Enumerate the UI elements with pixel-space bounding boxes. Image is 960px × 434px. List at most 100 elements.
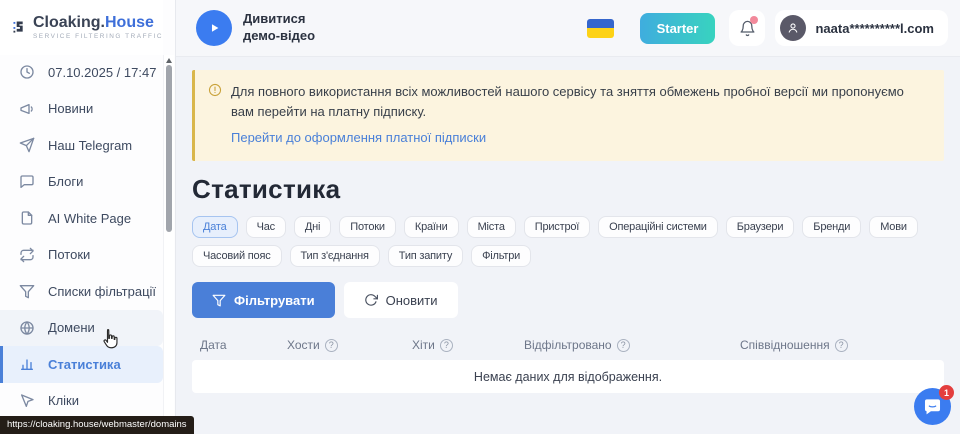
sidebar-item-date[interactable]: 07.10.2025 / 17:47	[0, 54, 163, 91]
table-empty-row: Немає даних для відображення.	[192, 360, 944, 393]
table-header: Дата Хости? Хіти? Відфільтровано? Співві…	[192, 330, 944, 360]
sidebar-item-statistics[interactable]: Статистика	[0, 346, 163, 383]
sidebar-item-label: Наш Telegram	[48, 138, 132, 153]
sidebar-item-domains[interactable]: Домени	[0, 310, 163, 347]
sidebar-item-label: Блоги	[48, 174, 83, 189]
scroll-up-arrow-icon[interactable]	[166, 58, 172, 63]
sidebar-item-blogs[interactable]: Блоги	[0, 164, 163, 201]
tab-browsers[interactable]: Браузери	[726, 216, 795, 238]
sidebar-item-clicks[interactable]: Кліки	[0, 383, 163, 420]
sidebar-item-label: Домени	[48, 320, 95, 335]
tab-brands[interactable]: Бренди	[802, 216, 861, 238]
warning-icon	[208, 83, 222, 147]
status-url-tooltip: https://cloaking.house/webmaster/domains	[0, 416, 194, 434]
demo-video-label: Дивитися демо-відео	[243, 11, 315, 45]
help-icon[interactable]: ?	[325, 339, 338, 352]
brand-tagline: SERVICE FILTERING TRAFFIC	[33, 33, 163, 40]
refresh-button[interactable]: Оновити	[344, 282, 458, 318]
bar-chart-icon	[19, 356, 35, 372]
scrollbar-thumb[interactable]	[166, 65, 172, 232]
page-title: Статистика	[192, 174, 944, 205]
paper-plane-icon	[19, 137, 35, 153]
refresh-button-label: Оновити	[386, 293, 438, 308]
column-header-hits: Хіти?	[412, 338, 524, 352]
globe-icon	[19, 320, 35, 336]
tab-streams[interactable]: Потоки	[339, 216, 396, 238]
column-header-hosts: Хости?	[287, 338, 412, 352]
logo-icon	[13, 13, 25, 42]
sidebar-item-filter-lists[interactable]: Списки фільтрації	[0, 273, 163, 310]
logo[interactable]: Cloaking.House SERVICE FILTERING TRAFFIC	[0, 0, 163, 55]
notifications-button[interactable]	[729, 10, 765, 46]
tab-languages[interactable]: Мови	[869, 216, 918, 238]
sidebar-scrollbar[interactable]	[163, 55, 174, 434]
sidebar-item-label: Кліки	[48, 393, 79, 408]
sidebar-item-label: Списки фільтрації	[48, 284, 156, 299]
tab-devices[interactable]: Пристрої	[524, 216, 590, 238]
tab-connection-type[interactable]: Тип з'єднання	[290, 245, 380, 267]
ukraine-flag-icon[interactable]	[587, 19, 614, 38]
sidebar-item-label: Новини	[48, 101, 93, 116]
help-icon[interactable]: ?	[440, 339, 453, 352]
funnel-icon	[212, 293, 226, 307]
filter-button-label: Фільтрувати	[234, 293, 315, 308]
sidebar-item-label: Статистика	[48, 357, 121, 372]
logo-text: Cloaking.House SERVICE FILTERING TRAFFIC	[33, 15, 163, 40]
user-email: naata**********l.com	[815, 21, 934, 36]
clock-icon	[19, 64, 35, 80]
trial-warning-banner: Для повного використання всіх можливосте…	[192, 70, 944, 161]
filter-button[interactable]: Фільтрувати	[192, 282, 335, 318]
topbar: Дивитися демо-відео Starter naata*******…	[176, 0, 960, 57]
chat-unread-badge: 1	[939, 385, 954, 400]
sidebar-item-ai-white-page[interactable]: AI White Page	[0, 200, 163, 237]
user-menu[interactable]: naata**********l.com	[775, 10, 948, 46]
notification-dot	[750, 16, 758, 24]
megaphone-icon	[19, 101, 35, 117]
refresh-icon	[364, 293, 378, 307]
tab-request-type[interactable]: Тип запиту	[388, 245, 463, 267]
play-icon[interactable]	[196, 10, 232, 46]
subscribe-link[interactable]: Перейти до оформлення платної підписки	[231, 130, 486, 145]
cursor-icon	[19, 393, 35, 409]
topbar-right: Starter naata**********l.com	[587, 10, 948, 46]
help-icon[interactable]: ?	[835, 339, 848, 352]
column-header-ratio: Співвідношення?	[740, 338, 848, 352]
chat-bubble-icon	[19, 174, 35, 190]
funnel-icon	[19, 283, 35, 299]
banner-body: Для повного використання всіх можливосте…	[231, 82, 928, 147]
sidebar-item-label: AI White Page	[48, 211, 131, 226]
tab-filters[interactable]: Фільтри	[471, 245, 531, 267]
brand-dark: Cloaking.	[33, 14, 105, 31]
sidebar-item-label: Потоки	[48, 247, 90, 262]
column-header-filtered: Відфільтровано?	[524, 338, 740, 352]
empty-message: Немає даних для відображення.	[474, 370, 662, 384]
tab-cities[interactable]: Міста	[467, 216, 516, 238]
banner-text: Для повного використання всіх можливосте…	[231, 82, 928, 121]
main-content: Для повного використання всіх можливосте…	[176, 57, 960, 434]
chat-widget-icon	[923, 397, 942, 416]
tab-operating-systems[interactable]: Операційні системи	[598, 216, 718, 238]
tab-days[interactable]: Дні	[294, 216, 331, 238]
help-icon[interactable]: ?	[617, 339, 630, 352]
tab-time[interactable]: Час	[246, 216, 286, 238]
avatar	[780, 15, 806, 41]
sidebar-item-telegram[interactable]: Наш Telegram	[0, 127, 163, 164]
brand-accent: House	[105, 14, 154, 31]
demo-video-button[interactable]: Дивитися демо-відео	[196, 10, 315, 46]
tab-timezone[interactable]: Часовий пояс	[192, 245, 282, 267]
sidebar-item-label: 07.10.2025 / 17:47	[48, 65, 156, 80]
chat-widget-button[interactable]: 1	[914, 388, 951, 425]
app-window: Cloaking.House SERVICE FILTERING TRAFFIC…	[0, 0, 960, 434]
repeat-icon	[19, 247, 35, 263]
sidebar-nav: 07.10.2025 / 17:47 Новини Наш Telegram Б…	[0, 54, 163, 419]
tab-date[interactable]: Дата	[192, 216, 238, 238]
document-icon	[19, 210, 35, 226]
plan-badge-starter[interactable]: Starter	[640, 13, 716, 44]
sidebar-item-news[interactable]: Новини	[0, 91, 163, 128]
tab-countries[interactable]: Країни	[404, 216, 459, 238]
column-header-date: Дата	[200, 338, 287, 352]
sidebar-item-streams[interactable]: Потоки	[0, 237, 163, 274]
table-actions: Фільтрувати Оновити	[192, 282, 944, 318]
sidebar: Cloaking.House SERVICE FILTERING TRAFFIC…	[0, 0, 176, 434]
stats-tabs: Дата Час Дні Потоки Країни Міста Пристро…	[192, 216, 944, 267]
